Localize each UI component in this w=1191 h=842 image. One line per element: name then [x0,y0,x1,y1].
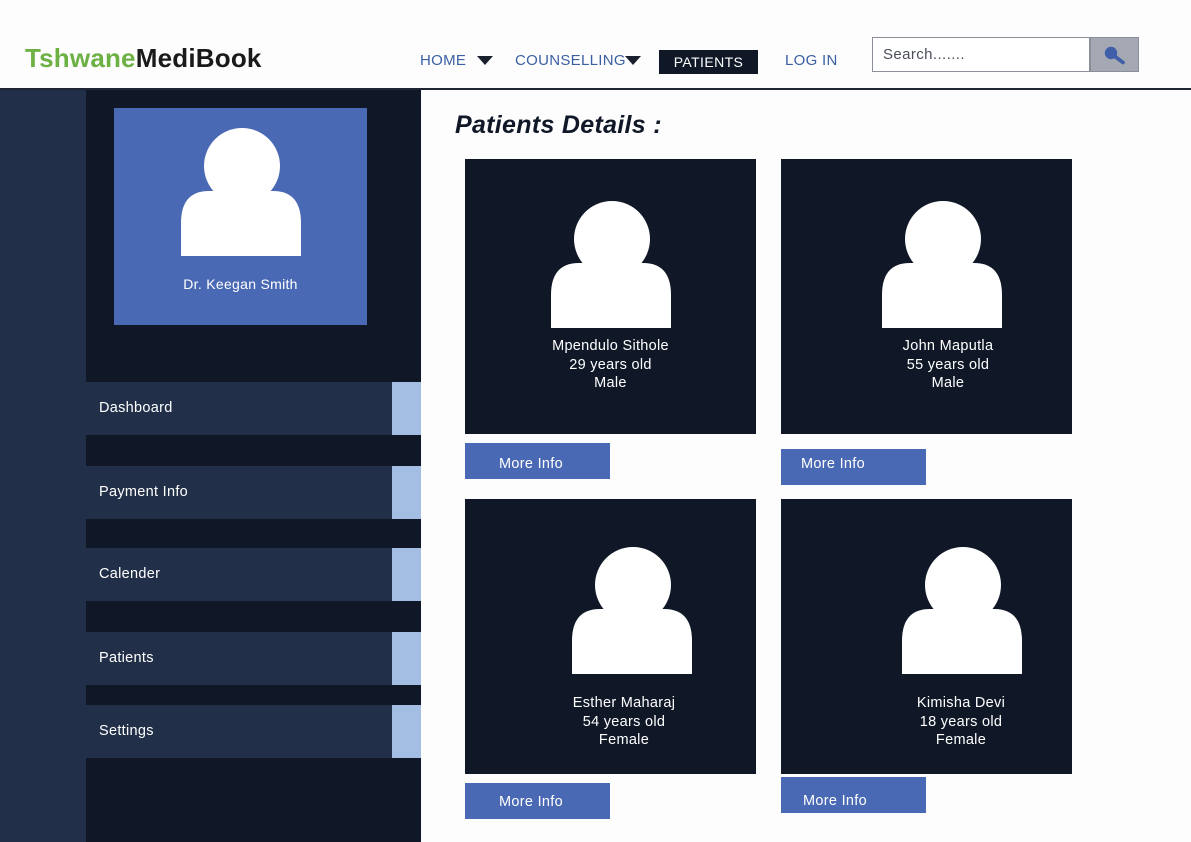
sidebar-item-label: Calender [99,566,161,582]
user-avatar-icon [902,547,1022,674]
user-avatar-icon [882,201,1002,328]
patient-gender: Female [935,732,987,748]
user-avatar-icon [181,128,301,256]
sidebar-item-settings[interactable]: Settings [86,705,392,758]
nav-counselling[interactable]: COUNSELLING [515,51,626,71]
page-title: Patients Details : [455,111,662,139]
patient-age: 18 years old [919,713,1003,730]
more-info-button[interactable]: More Info [781,449,926,485]
patient-age: 29 years old [569,356,652,373]
sidebar-item-label: Dashboard [99,400,173,416]
sidebar-item-label: Settings [99,723,154,739]
brand-name-part2: MediBook [135,43,262,73]
patient-gender: Female [598,732,650,748]
more-info-button[interactable]: More Info [465,783,610,819]
patient-info: John Maputla 55 years old Male [848,337,1048,393]
patient-age: 55 years old [906,356,990,373]
search-input[interactable] [881,38,1085,70]
patient-info: Esther Maharaj 54 years old Female [524,694,724,750]
sidebar-item-tab [392,382,421,435]
sidebar-item-tab [392,705,421,758]
patient-name: Kimisha Devi [916,695,1006,711]
patient-name: Esther Maharaj [572,695,676,711]
more-info-button[interactable]: More Info [465,443,610,479]
patient-info: Kimisha Devi 18 years old Female [861,694,1061,750]
brand-name-part1: Tshwane [25,43,136,73]
sidebar-rail [0,90,86,842]
patient-gender: Male [594,375,627,391]
search-icon [1104,46,1125,65]
sidebar-item-tab [392,632,421,685]
patient-gender: Male [931,375,965,391]
user-avatar-icon [551,201,671,328]
sidebar-item-label: Patients [99,650,154,666]
patient-card: Mpendulo Sithole 29 years old Male [465,159,756,434]
nav-patients[interactable]: PATIENTS [659,50,758,74]
profile-card [114,108,367,325]
patient-card: Esther Maharaj 54 years old Female [465,499,756,774]
chevron-down-icon[interactable] [625,56,641,65]
patient-age: 54 years old [582,713,666,730]
sidebar-item-tab [392,548,421,601]
sidebar-item-payment-info[interactable]: Payment Info [86,466,392,519]
nav-home[interactable]: HOME [420,51,466,71]
search-box [872,37,1090,72]
search-button[interactable] [1090,37,1139,72]
user-avatar-icon [572,547,692,674]
patient-info: Mpendulo Sithole 29 years old Male [465,337,756,393]
doctor-name: Dr. Keegan Smith [183,276,298,292]
patient-card: John Maputla 55 years old Male [781,159,1072,434]
sidebar-item-patients[interactable]: Patients [86,632,392,685]
sidebar-item-tab [392,466,421,519]
chevron-down-icon[interactable] [477,56,493,65]
patient-card: Kimisha Devi 18 years old Female [781,499,1072,774]
patient-name: Mpendulo Sithole [552,338,669,354]
more-info-button[interactable]: More Info [781,777,926,813]
patient-name: John Maputla [902,338,994,354]
nav-login[interactable]: LOG IN [785,51,838,71]
sidebar-item-label: Payment Info [99,484,189,500]
brand-logo[interactable]: TshwaneMediBook [25,42,262,74]
sidebar-item-dashboard[interactable]: Dashboard [86,382,392,435]
sidebar-item-calender[interactable]: Calender [86,548,392,601]
